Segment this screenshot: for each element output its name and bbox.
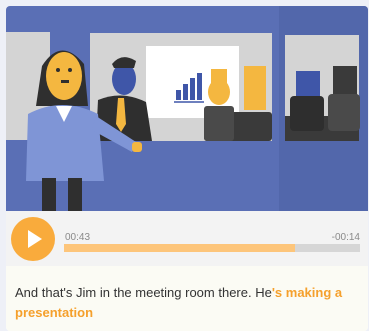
remaining-time: -00:14 [331, 232, 360, 243]
meeting-room-illustration [6, 6, 368, 211]
subtitle-plain: And that's Jim in the meeting room there… [15, 285, 272, 300]
play-icon [28, 230, 42, 248]
play-button[interactable] [11, 217, 55, 261]
elapsed-time: 00:43 [65, 232, 91, 243]
subtitle-text: And that's Jim in the meeting room there… [6, 266, 368, 331]
video-frame[interactable] [6, 6, 368, 211]
progress-fill [64, 244, 295, 252]
audio-player: 00:43 -00:14 [6, 211, 368, 266]
progress-slider[interactable] [64, 244, 360, 252]
video-card: 00:43 -00:14 And that's Jim in the meeti… [6, 6, 368, 331]
